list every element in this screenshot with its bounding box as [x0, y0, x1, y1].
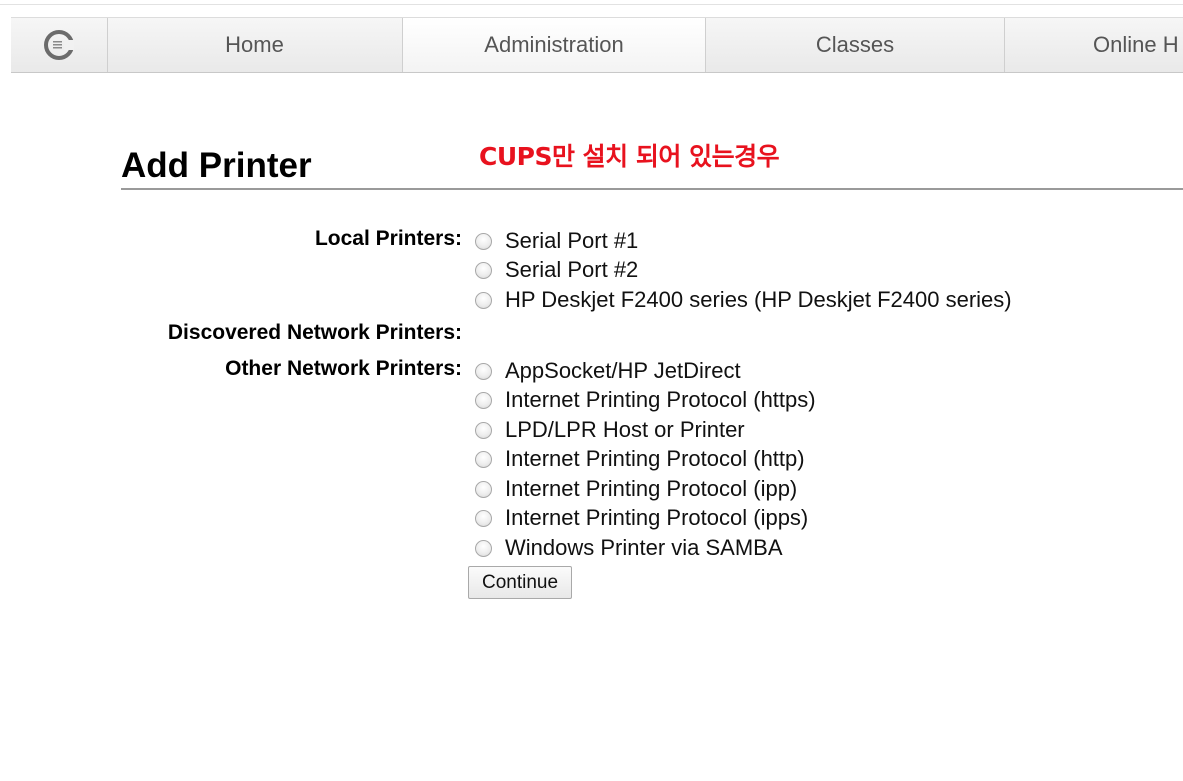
radio-button[interactable] — [475, 391, 492, 409]
radio-option-hp-deskjet[interactable]: HP Deskjet F2400 series (HP Deskjet F240… — [475, 286, 1012, 314]
radio-option-appsocket[interactable]: AppSocket/HP JetDirect — [475, 357, 741, 385]
radio-button[interactable] — [475, 539, 492, 557]
annotation-text: CUPS만 설치 되어 있는경우 — [479, 142, 780, 171]
radio-label: AppSocket/HP JetDirect — [505, 358, 741, 383]
nav-tab-online-help[interactable]: Online H — [1005, 18, 1183, 72]
radio-label: Internet Printing Protocol (ipps) — [505, 505, 809, 530]
radio-label: Serial Port #1 — [505, 228, 639, 253]
cups-logo[interactable] — [11, 18, 108, 72]
radio-label: Internet Printing Protocol (https) — [505, 387, 816, 412]
page-title: Add Printer — [121, 146, 312, 185]
radio-button[interactable] — [475, 291, 492, 309]
local-printers-label: Local Printers: — [314, 227, 462, 250]
top-navigation-bar: Home Administration Classes Online H — [11, 17, 1183, 73]
radio-button[interactable] — [475, 232, 492, 250]
radio-option-serial-port-1[interactable]: Serial Port #1 — [475, 227, 638, 255]
discovered-network-printers-label: Discovered Network Printers: — [167, 321, 462, 344]
nav-tab-administration[interactable]: Administration — [403, 18, 706, 72]
radio-option-serial-port-2[interactable]: Serial Port #2 — [475, 256, 638, 284]
nav-tab-classes[interactable]: Classes — [706, 18, 1005, 72]
continue-button[interactable]: Continue — [468, 566, 572, 599]
radio-label: HP Deskjet F2400 series (HP Deskjet F240… — [505, 287, 1012, 312]
radio-button[interactable] — [475, 450, 492, 468]
nav-tab-home[interactable]: Home — [107, 18, 403, 72]
top-border — [0, 0, 1183, 5]
radio-label: LPD/LPR Host or Printer — [505, 417, 745, 442]
radio-button[interactable] — [475, 362, 492, 380]
radio-button[interactable] — [475, 261, 492, 279]
radio-button[interactable] — [475, 480, 492, 498]
other-network-printers-label: Other Network Printers: — [225, 357, 462, 380]
radio-button[interactable] — [475, 421, 492, 439]
radio-option-samba[interactable]: Windows Printer via SAMBA — [475, 534, 783, 562]
radio-label: Serial Port #2 — [505, 257, 639, 282]
radio-option-ipp-http[interactable]: Internet Printing Protocol (http) — [475, 445, 805, 473]
radio-button[interactable] — [475, 509, 492, 527]
radio-label: Internet Printing Protocol (http) — [505, 446, 805, 471]
radio-option-ipp[interactable]: Internet Printing Protocol (ipp) — [475, 475, 797, 503]
cups-logo-icon — [44, 30, 74, 60]
radio-option-ipps[interactable]: Internet Printing Protocol (ipps) — [475, 504, 808, 532]
radio-option-ipp-https[interactable]: Internet Printing Protocol (https) — [475, 386, 816, 414]
title-divider — [121, 188, 1183, 190]
radio-option-lpd-lpr[interactable]: LPD/LPR Host or Printer — [475, 416, 745, 444]
radio-label: Windows Printer via SAMBA — [505, 535, 783, 560]
radio-label: Internet Printing Protocol (ipp) — [505, 476, 798, 501]
